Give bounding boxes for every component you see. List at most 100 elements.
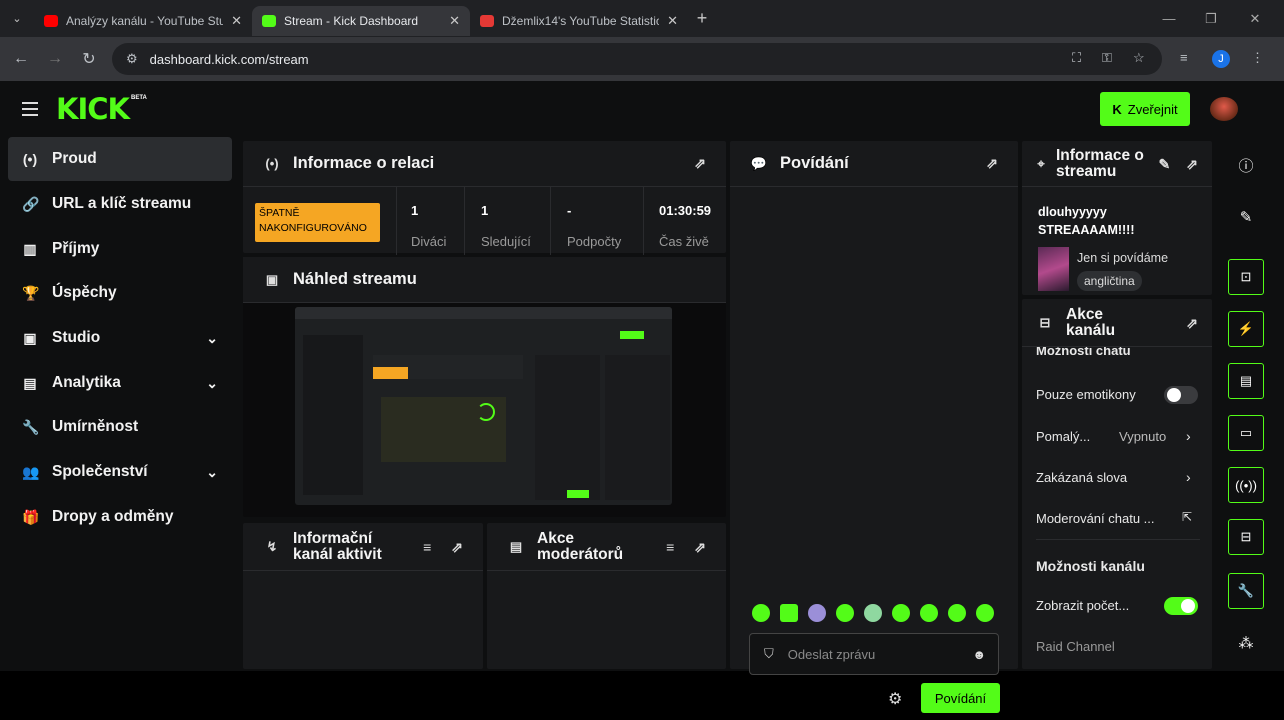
status-badge: ŠPATNĚ NAKONFIGUROVÁNO [255,203,380,242]
stream-preview-video[interactable] [295,307,672,505]
edit-pencil-icon[interactable]: ✎ [1159,156,1171,172]
sidebar-item-analytics[interactable]: ▤ Analytika ⌄ [8,361,232,405]
emote-icon[interactable] [752,604,770,622]
show-count-toggle[interactable] [1164,597,1198,615]
slow-mode-value[interactable]: Vypnuto [1119,429,1166,444]
minimize-icon[interactable]: — [1146,0,1192,37]
sidebar-item-moderation[interactable]: 🔧 Umírněnost [8,405,232,449]
site-info-icon[interactable]: ⚙ [126,51,138,67]
wrench-icon[interactable]: 🔧 [1228,573,1264,609]
banned-words-label[interactable]: Zakázaná slova [1036,470,1127,485]
user-avatar[interactable] [1210,97,1238,121]
kick-k-icon: K [1112,101,1122,117]
chevron-down-icon: ⌄ [206,463,218,480]
tab-kick-dashboard[interactable]: Stream - Kick Dashboard ✕ [252,6,470,36]
omnibox[interactable]: ⚙ dashboard.kick.com/stream [112,43,1162,75]
lightning-icon[interactable]: ⚡ [1228,311,1264,347]
sidebar-item-studio[interactable]: ▣ Studio ⌄ [8,316,232,360]
broadcast-icon[interactable]: ((•)) [1228,467,1264,503]
back-icon[interactable]: ← [4,50,38,68]
actions-icon[interactable]: ⊟ [1228,519,1264,555]
activity-icon: ↯ [266,538,278,554]
screenshot-icon[interactable]: ⊡ [1228,259,1264,295]
popout-icon[interactable]: ⇗ [986,155,998,172]
emote-icon[interactable] [780,604,798,622]
sidebar-item-proud[interactable]: (•) Proud [8,137,232,181]
chevron-right-icon[interactable]: › [1186,469,1191,485]
restore-icon[interactable]: ❐ [1188,0,1234,37]
popout-icon[interactable]: ⇗ [1186,156,1198,172]
sidebar-item-achievements[interactable]: 🏆 Úspěchy [8,271,232,315]
emotes-only-toggle[interactable] [1164,386,1198,404]
translate-icon[interactable]: ⛶ [1072,50,1081,66]
emote-icon[interactable] [976,604,994,622]
stats-favicon-icon [480,15,494,27]
category-name[interactable]: Jen si povídáme [1077,251,1168,265]
preview-icon: ▣ [265,271,279,287]
stat-viewers: 1 Diváci [396,187,464,255]
sidebar-item-drops[interactable]: 🎁 Dropy a odměny [8,495,232,539]
emote-icon[interactable] [948,604,966,622]
hamburger-menu-icon[interactable] [22,102,38,120]
panel-title: Povídání [780,154,849,172]
popout-icon[interactable]: ⇗ [1186,315,1198,331]
chevron-right-icon[interactable]: › [1186,428,1191,444]
url-text[interactable]: dashboard.kick.com/stream [150,52,309,67]
password-key-icon[interactable]: ⚿ [1102,50,1112,66]
filter-icon[interactable]: ≡ [423,539,431,555]
tab-search-icon[interactable]: ⌄ [0,0,34,37]
chat-input[interactable]: ⛉ Odeslat zprávu ☻ [749,633,999,675]
tab-youtube-statistics[interactable]: Džemlix14's YouTube Statistics ✕ [470,6,688,36]
sidebar-item-stream-key[interactable]: 🔗 URL a klíč streamu [8,182,232,226]
chat-send-button[interactable]: Povídání [921,683,1000,713]
beta-label: BETA [131,95,147,101]
emote-icon[interactable] [836,604,854,622]
popout-icon[interactable]: ⇗ [694,539,706,555]
tab-youtube-studio[interactable]: Analýzy kanálu - YouTube Studio ✕ [34,6,252,36]
chat-header: 💬 Povídání ⇗ [730,141,1018,187]
sidebar-item-revenue[interactable]: ▥ Příjmy [8,227,232,271]
kick-logo[interactable]: KICK [56,92,130,126]
media-queue-icon[interactable]: ≡ [1180,50,1188,65]
chat-settings-gear-icon[interactable]: ⚙ [888,689,902,709]
emoji-icon[interactable]: ☻ [972,647,986,662]
close-tab-icon[interactable]: ✕ [231,13,242,29]
slow-mode-label[interactable]: Pomalý... [1036,429,1090,444]
tab-title: Džemlix14's YouTube Statistics [502,14,660,28]
sidebar-item-community[interactable]: 👥 Společenství ⌄ [8,450,232,494]
publish-button[interactable]: K Zveřejnit [1100,92,1190,126]
popout-icon[interactable]: ⇗ [694,155,706,172]
browser-menu-icon[interactable]: ⋮ [1251,50,1264,66]
close-tab-icon[interactable]: ✕ [667,13,678,29]
emote-icon[interactable] [892,604,910,622]
profile-avatar-icon[interactable]: J [1212,50,1230,68]
notes-icon[interactable]: ▤ [1228,363,1264,399]
close-window-icon[interactable]: ✕ [1232,0,1278,37]
emote-icon[interactable] [808,604,826,622]
stat-followers: 1 Sledující [464,187,550,255]
forward-icon[interactable]: → [38,50,72,68]
emote-icon[interactable] [920,604,938,622]
kick-dashboard: KICK BETA K Zveřejnit (•) Proud 🔗 URL a … [0,81,1284,713]
edit-pencil-icon[interactable]: ✎ [1228,199,1264,235]
community-icon[interactable]: ⁂ [1228,625,1264,661]
top-nav: KICK BETA K Zveřejnit [0,81,1284,137]
chat-bubble-icon[interactable]: ▭ [1228,415,1264,451]
close-tab-icon[interactable]: ✕ [449,13,460,29]
info-icon[interactable]: ⓘ [1228,147,1264,183]
reload-icon[interactable]: ↻ [72,49,106,69]
external-link-icon[interactable]: ⇱ [1182,510,1192,524]
mod-actions-header: ▤ Akce moderátorů ≡ ⇗ [487,523,726,571]
popout-icon[interactable]: ⇗ [451,539,463,555]
stream-info-panel: ⌖ Informace o streamu ✎ ⇗ dlouhyyyyy STR… [1022,141,1212,295]
youtube-favicon-icon [44,15,58,27]
language-tag: angličtina [1077,271,1142,291]
raid-channel-label[interactable]: Raid Channel [1036,639,1115,654]
filter-icon[interactable]: ≡ [666,539,674,555]
bookmark-star-icon[interactable]: ☆ [1133,50,1145,66]
chat-moderation-label[interactable]: Moderování chatu ... [1036,511,1155,526]
browser-tab-bar: ⌄ Analýzy kanálu - YouTube Studio ✕ Stre… [0,0,1284,37]
sidebar-item-label: Umírněnost [52,418,139,435]
emote-icon[interactable] [864,604,882,622]
new-tab-button[interactable]: + [688,8,716,29]
